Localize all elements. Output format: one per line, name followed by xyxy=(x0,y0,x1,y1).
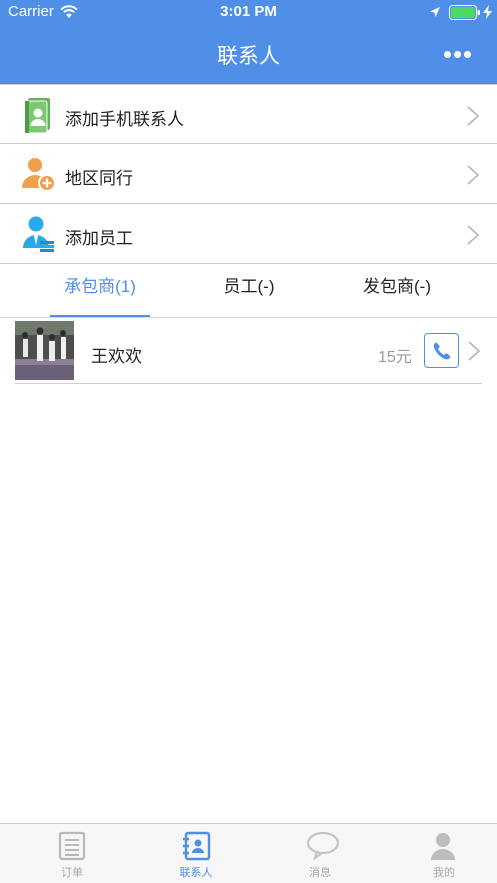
tab-contractors[interactable]: 承包商(1) xyxy=(25,265,175,318)
tabbar-label: 订单 xyxy=(61,867,83,879)
bottom-tab-bar: 订单 联系人 消息 我的 xyxy=(0,823,497,883)
tabbar-item-messages[interactable]: 消息 xyxy=(258,824,382,883)
contact-name: 王欢欢 xyxy=(91,347,142,366)
list-item[interactable]: 王欢欢 15元 xyxy=(15,320,482,384)
menu-item-add-phone-contacts[interactable]: 添加手机联系人 xyxy=(0,84,497,144)
location-arrow-icon xyxy=(430,7,440,17)
menu-item-label: 地区同行 xyxy=(65,169,133,188)
tabbar-label: 消息 xyxy=(309,867,331,879)
chat-bubble-icon xyxy=(306,831,340,861)
menu-item-add-employee[interactable]: 添加员工 xyxy=(0,204,497,264)
tabbar-label: 我的 xyxy=(433,867,455,879)
chevron-right-icon xyxy=(468,341,480,361)
contacts-book-icon xyxy=(24,98,50,134)
chevron-right-icon xyxy=(467,106,479,126)
chevron-right-icon xyxy=(467,225,479,245)
more-dot-icon xyxy=(464,51,471,58)
charging-bolt-icon xyxy=(483,5,492,19)
person-icon xyxy=(431,833,455,860)
contact-price: 15元 xyxy=(378,349,412,366)
status-bar: Carrier 3:01 PM xyxy=(0,0,497,24)
chevron-right-icon xyxy=(467,165,479,185)
menu-item-regional-peers[interactable]: 地区同行 xyxy=(0,144,497,204)
more-dot-icon xyxy=(454,51,461,58)
active-tab-indicator xyxy=(50,315,150,317)
avatar xyxy=(15,321,74,380)
tabbar-label: 联系人 xyxy=(179,867,213,879)
more-button[interactable] xyxy=(436,44,478,64)
contacts-icon xyxy=(183,831,211,861)
document-icon xyxy=(58,831,86,861)
tab-employees[interactable]: 员工(-) xyxy=(174,265,324,318)
action-menu: 添加手机联系人 地区同行 添加员工 xyxy=(0,84,497,264)
tabbar-item-contacts[interactable]: 联系人 xyxy=(134,824,258,883)
battery-icon xyxy=(449,5,480,20)
tabbar-item-orders[interactable]: 订单 xyxy=(10,824,134,883)
page-title: 联系人 xyxy=(217,45,280,68)
header: Carrier 3:01 PM 联系人 xyxy=(0,0,497,84)
employee-icon xyxy=(23,216,54,252)
menu-item-label: 添加员工 xyxy=(65,229,133,248)
tabbar-item-profile[interactable]: 我的 xyxy=(382,824,497,883)
segment-tabs: 承包商(1) 员工(-) 发包商(-) xyxy=(0,265,497,318)
menu-item-label: 添加手机联系人 xyxy=(65,110,184,129)
more-dot-icon xyxy=(444,51,451,58)
add-person-icon xyxy=(22,158,56,192)
tab-subcontract-issuers[interactable]: 发包商(-) xyxy=(322,265,472,318)
phone-icon xyxy=(433,342,451,360)
status-time: 3:01 PM xyxy=(220,3,277,20)
call-button[interactable] xyxy=(424,333,459,368)
